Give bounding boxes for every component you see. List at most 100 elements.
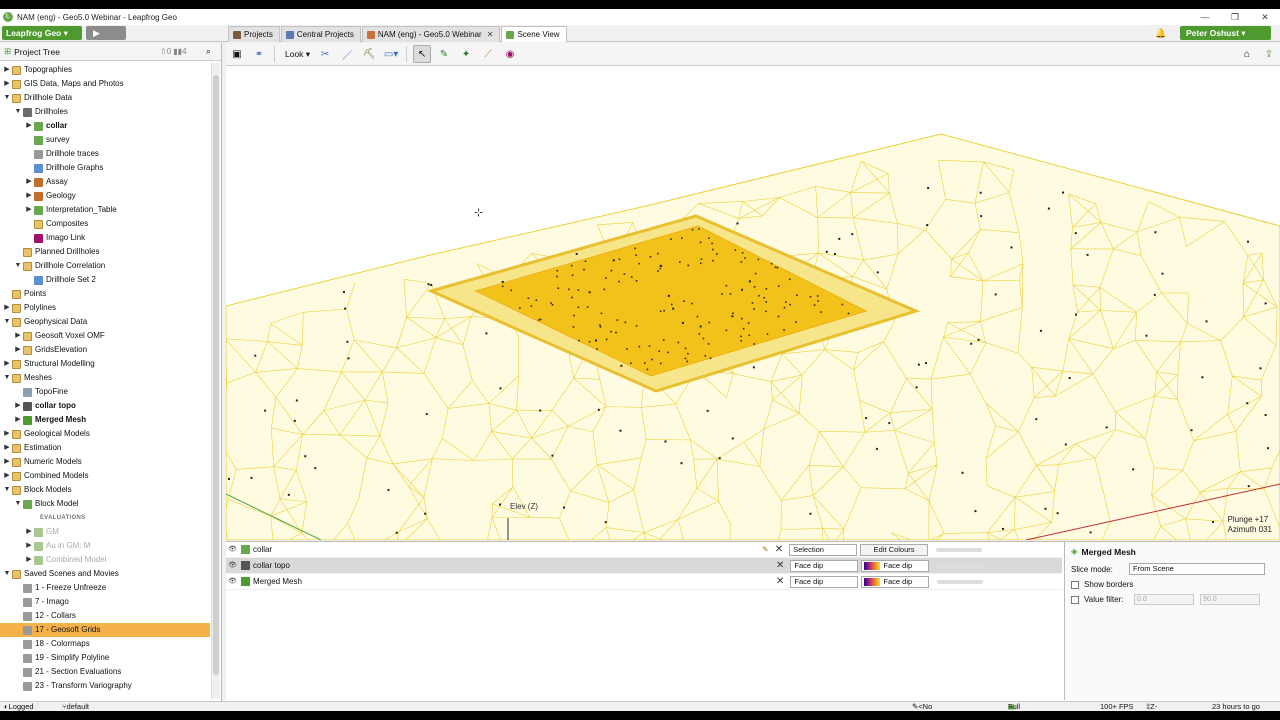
close-button[interactable]: ✕ (1250, 12, 1280, 23)
tree-item[interactable]: Imago Link (0, 231, 210, 245)
share-icon[interactable]: ⚭ (250, 45, 268, 63)
show-borders-checkbox[interactable] (1071, 580, 1079, 589)
tree-item[interactable]: ▶ Estimation (0, 441, 210, 455)
tree-item[interactable]: ▶ Structural Modelling (0, 357, 210, 371)
play-button[interactable]: ▶ (86, 26, 126, 40)
expand-arrow-icon[interactable]: ▶ (24, 119, 34, 133)
expand-arrow-icon[interactable]: ▼ (13, 259, 23, 273)
tree-item[interactable]: 18 - Colormaps (0, 637, 210, 651)
expand-arrow-icon[interactable]: ▶ (24, 539, 34, 553)
draw-polyline-icon[interactable]: ✎ (435, 45, 453, 63)
pencil-icon[interactable]: ✎ (762, 542, 769, 558)
tree-item[interactable]: ▼ Block Models (0, 483, 210, 497)
display-mode-select[interactable]: Face dip (790, 560, 859, 572)
tab-scene-view[interactable]: Scene View (501, 26, 567, 42)
expand-arrow-icon[interactable]: ▼ (2, 315, 12, 329)
tree-item[interactable]: ▶ GIS Data, Maps and Photos (0, 77, 210, 91)
tree-item[interactable]: ▼ Drillholes (0, 105, 210, 119)
tree-scrollbar[interactable] (211, 63, 220, 699)
tree-item[interactable]: Drillhole Set 2 (0, 273, 210, 287)
edit-colours-button[interactable]: Edit Colours (860, 544, 929, 556)
close-tab-icon[interactable]: ✕ (487, 27, 494, 43)
visibility-eye-icon[interactable]: 👁 (228, 558, 238, 574)
tree-item[interactable]: 17 - Geosoft Grids (0, 623, 210, 637)
tree-item[interactable]: 7 - Imago (0, 595, 210, 609)
tree-item[interactable]: survey (0, 133, 210, 147)
tree-item[interactable]: ▶ collar topo (0, 399, 210, 413)
dig-icon[interactable]: ⛏ (360, 45, 378, 63)
tree-item[interactable]: 19 - Simplify Polyline (0, 651, 210, 665)
scrollbar-thumb[interactable] (213, 75, 219, 675)
expand-arrow-icon[interactable]: ▼ (2, 91, 12, 105)
tree-item[interactable]: ▶ Topographies (0, 63, 210, 77)
expand-arrow-icon[interactable]: ▼ (2, 483, 12, 497)
tree-item[interactable]: ▶ Geology (0, 189, 210, 203)
tree-badges[interactable]: ⇧0 ▮▮4 (160, 47, 187, 56)
tree-item[interactable]: ▶ Geological Models (0, 427, 210, 441)
tree-item[interactable]: Composites (0, 217, 210, 231)
tree-item[interactable]: ▼ Geophysical Data (0, 315, 210, 329)
transparency-slider[interactable] (937, 564, 984, 568)
scene-view[interactable]: ⊹ Elev (Z) Plunge +17 Azimuth 031 (226, 66, 1280, 540)
tree-item[interactable]: ▶ Au in GM: M (0, 539, 210, 553)
expand-arrow-icon[interactable]: ▶ (2, 77, 12, 91)
expand-arrow-icon[interactable]: ▶ (2, 63, 12, 77)
expand-arrow-icon[interactable]: ▶ (2, 441, 12, 455)
colormap-select[interactable]: Face dip (861, 560, 930, 572)
user-menu[interactable]: Peter Oshust ▾ (1180, 26, 1271, 40)
filter-min-input[interactable]: 0.0 (1134, 594, 1194, 605)
save-scene-icon[interactable]: ▣ (228, 45, 246, 63)
tree-item[interactable]: 1 - Freeze Unfreeze (0, 581, 210, 595)
shown-object-row[interactable]: 👁 Merged Mesh ✕ Face dip Face dip (226, 574, 1062, 590)
tree-item[interactable]: ▶ Merged Mesh (0, 413, 210, 427)
tree-item[interactable]: ▶ Interpretation_Table (0, 203, 210, 217)
upload-icon[interactable]: ⇪ (1260, 45, 1278, 63)
look-dropdown[interactable]: Look ▾ (285, 49, 310, 60)
tree-item[interactable]: ▶ Assay (0, 175, 210, 189)
expand-arrow-icon[interactable]: ▶ (13, 343, 23, 357)
expand-arrow-icon[interactable]: ▼ (2, 371, 12, 385)
tree-item[interactable]: ▶ Combined Models (0, 469, 210, 483)
tree-item[interactable]: ▼ Saved Scenes and Movies (0, 567, 210, 581)
view-box-icon[interactable]: ▭▾ (382, 45, 400, 63)
expand-arrow-icon[interactable]: ▶ (2, 469, 12, 483)
tab-projects[interactable]: Projects (228, 26, 280, 42)
record-icon[interactable]: ◉ (501, 45, 519, 63)
expand-arrow-icon[interactable]: ▶ (24, 175, 34, 189)
slice-mode-select[interactable]: From Scene (1129, 563, 1265, 575)
expand-arrow-icon[interactable]: ▶ (13, 329, 23, 343)
leapfrog-geo-menu[interactable]: Leapfrog Geo ▾ (2, 26, 82, 40)
colormap-select[interactable]: Face dip (861, 576, 930, 588)
tree-item[interactable]: ▶ collar (0, 119, 210, 133)
mesh-wireframe[interactable]: ⊹ (226, 66, 1280, 540)
expand-arrow-icon[interactable]: ▶ (2, 455, 12, 469)
tree-item[interactable]: Drillhole traces (0, 147, 210, 161)
expand-arrow-icon[interactable]: ▼ (2, 567, 12, 581)
display-mode-select[interactable]: Selection (789, 544, 858, 556)
expand-arrow-icon[interactable]: ▶ (24, 189, 34, 203)
logged-in-status[interactable]: ◐ Logged In (4, 702, 34, 711)
camera-icon[interactable]: ⌂ (1238, 45, 1256, 63)
filter-max-input[interactable]: 90.0 (1200, 594, 1260, 605)
tree-item[interactable]: Points (0, 287, 210, 301)
shown-object-row[interactable]: 👁 collar ✎ ✕ Selection Edit Colours (226, 542, 1062, 558)
tab-central-projects[interactable]: Central Projects (280, 26, 361, 42)
expand-arrow-icon[interactable]: ▶ (24, 203, 34, 217)
value-filter-checkbox[interactable] (1071, 595, 1079, 604)
visibility-eye-icon[interactable]: 👁 (228, 542, 238, 558)
tree-item[interactable]: ▶ GM (0, 525, 210, 539)
tree-item[interactable]: ▼ Block Model (0, 497, 210, 511)
tree-item[interactable]: ▼ Meshes (0, 371, 210, 385)
transparency-slider[interactable] (937, 580, 984, 584)
tree-item[interactable]: 21 - Section Evaluations (0, 665, 210, 679)
tree-item[interactable]: 23 - Transform Variography (0, 679, 210, 693)
tree-item[interactable]: Planned Drillholes (0, 245, 210, 259)
visibility-eye-icon[interactable]: 👁 (228, 574, 238, 590)
display-mode-select[interactable]: Face dip (790, 576, 859, 588)
expand-arrow-icon[interactable]: ▶ (24, 553, 34, 567)
zscale-status[interactable]: ‡ Z-Scale 1.0 (1146, 702, 1157, 711)
tree-item[interactable]: ▼ Drillhole Data (0, 91, 210, 105)
measure-icon[interactable]: ⟋ (479, 45, 497, 63)
tree-item[interactable]: Drillhole Graphs (0, 161, 210, 175)
expand-arrow-icon[interactable]: ▶ (2, 427, 12, 441)
